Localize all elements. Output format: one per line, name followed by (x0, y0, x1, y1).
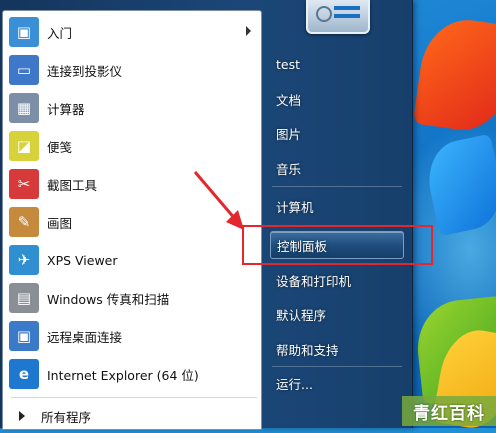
program-item-snipping-tool[interactable]: ✂ 截图工具 (9, 165, 257, 203)
program-label: 计算器 (47, 101, 85, 117)
right-item-label: 文档 (276, 92, 302, 108)
program-item-calculator[interactable]: ▦ 计算器 (9, 89, 257, 127)
right-item-music[interactable]: 音乐 (270, 154, 404, 182)
wallpaper-petal-red (412, 14, 496, 136)
start-menu: ▣ 入门 ▭ 连接到投影仪 ▦ 计算器 ◪ 便笺 ✂ 截图工具 ✎ 画图 ✈ X… (0, 0, 413, 430)
submenu-arrow-icon (246, 26, 251, 36)
program-item-fax-scan[interactable]: ▤ Windows 传真和扫描 (9, 279, 257, 317)
watermark: 青红百科 (402, 396, 496, 426)
sticky-notes-icon: ◪ (9, 131, 39, 161)
program-item-paint[interactable]: ✎ 画图 (9, 203, 257, 241)
snipping-tool-icon: ✂ (9, 169, 39, 199)
calculator-icon: ▦ (9, 93, 39, 123)
right-item-label: test (276, 56, 301, 72)
all-programs-button[interactable]: 所有程序 (9, 403, 257, 429)
user-picture-knob-icon (316, 6, 332, 22)
wallpaper-petal-blue (421, 133, 496, 237)
programs-separator (11, 397, 257, 398)
right-item-computer[interactable]: 计算机 (270, 192, 404, 220)
program-item-sticky-notes[interactable]: ◪ 便笺 (9, 127, 257, 165)
right-separator (272, 186, 402, 187)
right-item-documents[interactable]: 文档 (270, 85, 404, 113)
right-item-label: 图片 (276, 126, 302, 142)
right-separator (272, 366, 402, 367)
xps-viewer-icon: ✈ (9, 245, 39, 275)
right-item-label: 帮助和支持 (276, 342, 339, 358)
right-item-devices-printers[interactable]: 设备和打印机 (270, 266, 404, 294)
right-item-label: 设备和打印机 (276, 273, 352, 289)
program-label: 截图工具 (47, 177, 98, 193)
program-label: 连接到投影仪 (47, 63, 123, 79)
internet-explorer-icon: e (9, 359, 39, 389)
program-item-xps-viewer[interactable]: ✈ XPS Viewer (9, 241, 257, 279)
right-item-run[interactable]: 运行... (270, 369, 404, 397)
right-item-user[interactable]: test (270, 50, 404, 78)
right-item-help-support[interactable]: 帮助和支持 (270, 335, 404, 363)
getting-started-icon: ▣ (9, 17, 39, 47)
program-label: 入门 (47, 25, 73, 41)
program-item-internet-explorer[interactable]: e Internet Explorer (64 位) (9, 355, 257, 393)
user-picture-bars-icon (334, 6, 360, 10)
right-item-label: 音乐 (276, 161, 302, 177)
fax-scan-icon: ▤ (9, 283, 39, 313)
program-label: XPS Viewer (47, 252, 118, 268)
user-picture[interactable] (306, 0, 370, 34)
remote-desktop-icon: ▣ (9, 321, 39, 351)
program-label: 画图 (47, 215, 73, 231)
programs-pane: ▣ 入门 ▭ 连接到投影仪 ▦ 计算器 ◪ 便笺 ✂ 截图工具 ✎ 画图 ✈ X… (2, 10, 262, 430)
program-item-remote-desktop[interactable]: ▣ 远程桌面连接 (9, 317, 257, 355)
right-item-label: 运行... (276, 376, 313, 392)
right-item-default-programs[interactable]: 默认程序 (270, 300, 404, 328)
annotation-highlight-box (242, 225, 433, 265)
program-item-projector[interactable]: ▭ 连接到投影仪 (9, 51, 257, 89)
program-label: 远程桌面连接 (47, 329, 123, 345)
right-item-label: 默认程序 (276, 307, 327, 323)
all-programs-arrow-icon (19, 411, 25, 421)
right-item-label: 计算机 (276, 199, 314, 215)
right-item-pictures[interactable]: 图片 (270, 119, 404, 147)
program-label: Internet Explorer (64 位) (47, 367, 199, 383)
program-label: 便笺 (47, 139, 73, 155)
all-programs-label: 所有程序 (41, 409, 92, 425)
program-label: Windows 传真和扫描 (47, 291, 170, 307)
paint-icon: ✎ (9, 207, 39, 237)
program-item-getting-started[interactable]: ▣ 入门 (9, 13, 257, 51)
projector-icon: ▭ (9, 55, 39, 85)
